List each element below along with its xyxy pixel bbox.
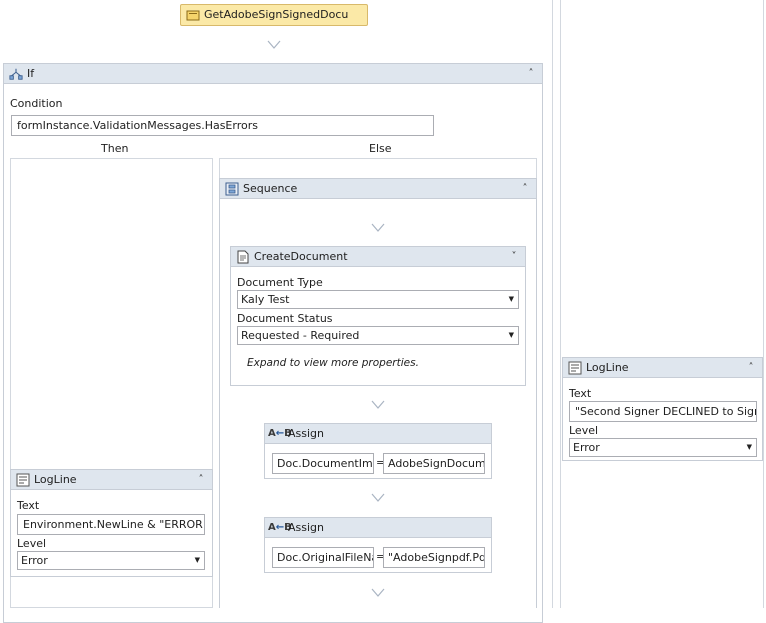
assign-to-field[interactable]: Doc.DocumentIma: [272, 453, 374, 474]
assign-title: Assign: [288, 521, 324, 534]
condition-field[interactable]: formInstance.ValidationMessages.HasError…: [11, 115, 434, 136]
divider-line: [560, 0, 561, 608]
level-combobox[interactable]: Error ▼: [569, 438, 757, 457]
assign-to-field[interactable]: Doc.OriginalFileNa: [272, 547, 374, 568]
dropdown-icon: ▼: [508, 295, 514, 303]
document-type-combobox[interactable]: Kaly Test ▼: [237, 290, 519, 309]
activity-icon: [186, 10, 200, 21]
flow-arrow: [267, 40, 281, 53]
create-document-title: CreateDocument: [254, 250, 348, 263]
document-status-combobox[interactable]: Requested - Required ▼: [237, 326, 519, 345]
logline-header: LogLine ˄: [11, 470, 212, 490]
assign-header: A←B Assign: [265, 424, 491, 444]
else-label: Else: [369, 142, 392, 155]
logline-title: LogLine: [34, 473, 77, 486]
create-document-header: CreateDocument ˅: [231, 247, 525, 267]
text-field[interactable]: Environment.NewLine & "ERROR in: [17, 514, 205, 535]
assign-value-field[interactable]: AdobeSignDocume: [383, 453, 485, 474]
get-adobe-sign-activity[interactable]: GetAdobeSignSignedDocu: [180, 4, 368, 26]
create-document-activity[interactable]: CreateDocument ˅ Document Type Kaly Test…: [230, 246, 526, 386]
then-label: Then: [101, 142, 129, 155]
dropdown-icon: ▼: [194, 556, 200, 564]
expand-hint[interactable]: Expand to view more properties.: [247, 357, 419, 369]
level-value: Error: [573, 441, 600, 454]
flow-arrow: [371, 400, 385, 413]
if-title: If: [27, 67, 35, 80]
if-header: If ˄: [4, 64, 542, 84]
sequence-icon: [225, 182, 239, 196]
logline-header: LogLine ˄: [563, 358, 762, 378]
flow-arrow: [371, 223, 385, 236]
document-status-label: Document Status: [237, 312, 333, 325]
text-label: Text: [569, 387, 592, 400]
document-type-value: Kaly Test: [241, 293, 290, 306]
level-value: Error: [21, 554, 48, 567]
assign-activity[interactable]: A←B Assign Doc.DocumentIma = AdobeSignDo…: [264, 423, 492, 479]
flow-arrow: [371, 493, 385, 506]
text-label: Text: [17, 499, 40, 512]
logline-title: LogLine: [586, 361, 629, 374]
condition-label: Condition: [10, 97, 63, 110]
if-icon: [9, 68, 23, 80]
then-logline-activity[interactable]: LogLine ˄ Text Environment.NewLine & "ER…: [10, 469, 213, 577]
level-combobox[interactable]: Error ▼: [17, 551, 205, 570]
assign-title: Assign: [288, 427, 324, 440]
text-field[interactable]: "Second Signer DECLINED to Sign -: [569, 401, 757, 422]
collapse-icon[interactable]: ˄: [194, 470, 208, 490]
right-logline-activity[interactable]: LogLine ˄ Text "Second Signer DECLINED t…: [562, 357, 763, 461]
dropdown-icon: ▼: [508, 331, 514, 339]
divider-line: [552, 0, 553, 608]
expand-icon[interactable]: ˅: [507, 247, 521, 267]
document-status-value: Requested - Required: [241, 329, 360, 342]
logline-icon: [16, 473, 30, 487]
activity-label: GetAdobeSignSignedDocu: [204, 8, 349, 21]
level-label: Level: [17, 537, 47, 550]
collapse-icon[interactable]: ˄: [524, 64, 538, 84]
dropdown-icon: ▼: [746, 443, 752, 451]
level-label: Level: [569, 424, 599, 437]
sequence-header: Sequence ˄: [220, 179, 536, 199]
divider-line: [763, 0, 764, 608]
flow-arrow: [371, 588, 385, 601]
sequence-title: Sequence: [243, 182, 298, 195]
assign-value-field[interactable]: "AdobeSignpdf.Pd: [383, 547, 485, 568]
assign-header: A←B Assign: [265, 518, 491, 538]
assign-activity[interactable]: A←B Assign Doc.OriginalFileNa = "AdobeSi…: [264, 517, 492, 573]
collapse-icon[interactable]: ˄: [744, 358, 758, 378]
logline-icon: [568, 361, 582, 375]
document-type-label: Document Type: [237, 276, 323, 289]
collapse-icon[interactable]: ˄: [518, 179, 532, 199]
document-icon: [237, 250, 249, 264]
